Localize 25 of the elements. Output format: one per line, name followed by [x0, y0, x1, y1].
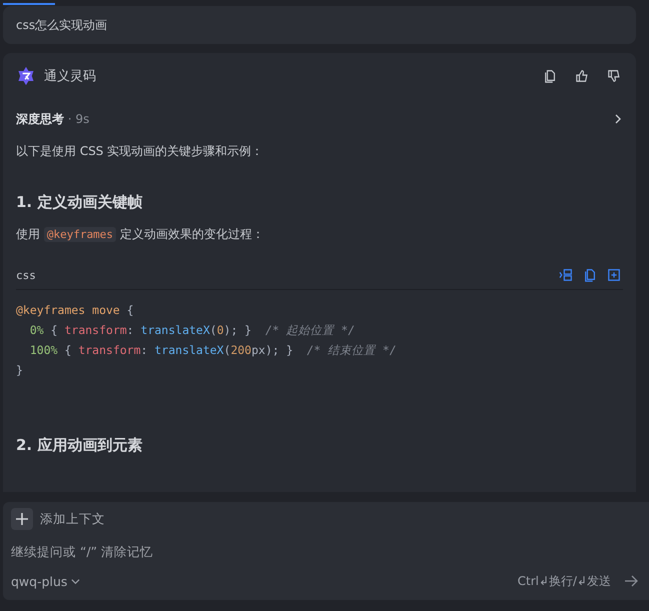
paragraph: 使用 @keyframes 定义动画效果的变化过程：	[16, 226, 265, 244]
intro-text: 以下是使用 CSS 实现动画的关键步骤和示例：	[16, 143, 264, 160]
code-line: 0% { transform: translateX(0); } /* 起始位置 */	[28, 322, 356, 339]
code-line: }	[16, 362, 24, 379]
model-selector[interactable]: qwq-plus	[11, 574, 80, 588]
add-file-icon[interactable]	[605, 266, 623, 284]
question-input-field[interactable]: 继续提问或 “/” 清除记忆	[11, 536, 641, 566]
code-line: @keyframes move {	[16, 302, 135, 319]
chat-input-panel[interactable]: 添加上下文 继续提问或 “/” 清除记忆 qwq-plus Ctrl↲换行/↲发送	[3, 502, 649, 600]
thinking-toggle[interactable]: 深度思考 · 9s	[16, 99, 623, 139]
add-context-button[interactable]	[11, 508, 33, 530]
insert-icon[interactable]	[557, 266, 575, 284]
assistant-name: 通义灵码	[44, 68, 96, 85]
active-tab-indicator	[3, 3, 55, 5]
plus-icon	[16, 513, 28, 525]
section-heading: 2. 应用动画到元素	[16, 436, 144, 455]
shortcut-hint: Ctrl↲换行/↲发送	[517, 572, 611, 590]
code-line: 100% { transform: translateX(200px); } /* 结束位置 */	[28, 342, 398, 359]
user-message: css怎么实现动画	[16, 16, 108, 34]
code-language: css	[16, 268, 36, 282]
star-logo-icon	[16, 66, 36, 86]
add-context-label: 添加上下文	[40, 510, 105, 528]
section-heading: 1. 定义动画关键帧	[16, 193, 144, 212]
chevron-icon	[613, 114, 623, 124]
chevron-down-icon	[71, 576, 80, 586]
